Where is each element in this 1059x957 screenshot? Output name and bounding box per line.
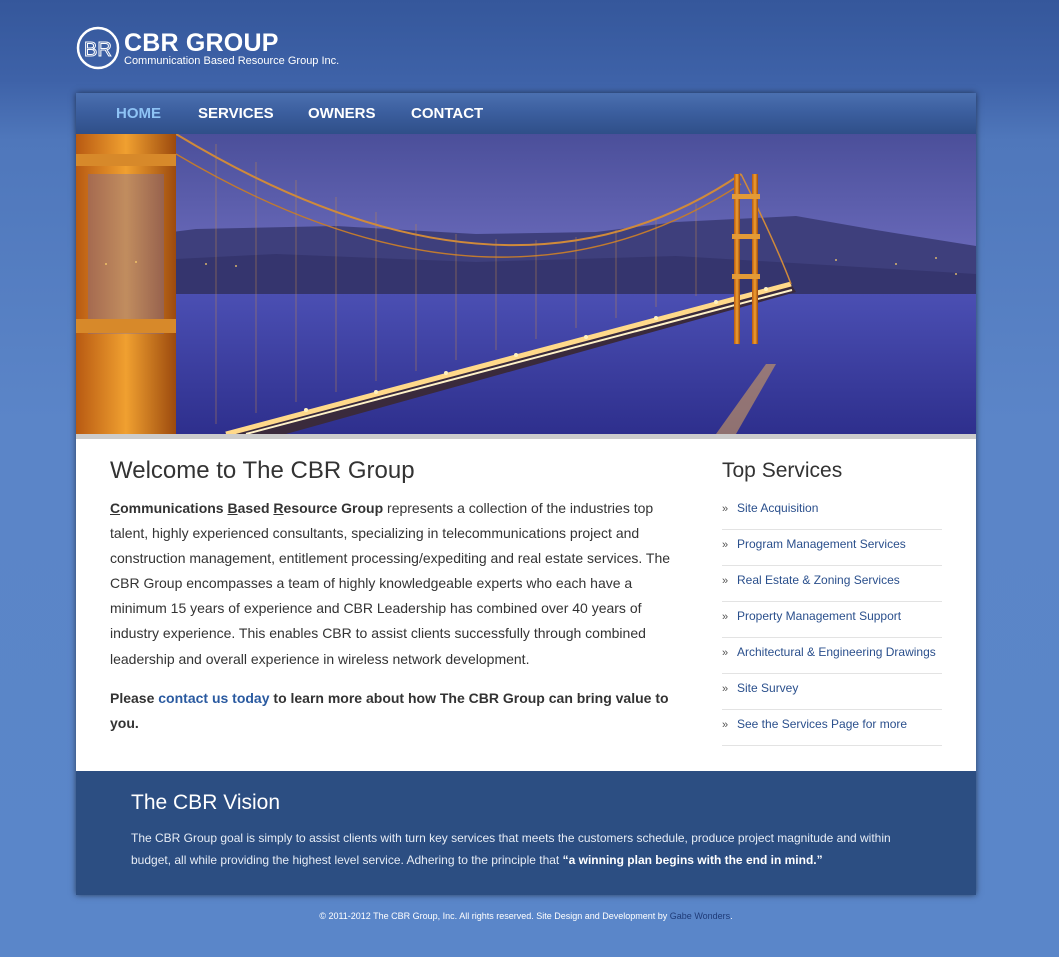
svg-text:BR: BR [84, 39, 112, 61]
top-services-list: » Site Acquisition » Program Management Se… [722, 494, 942, 746]
service-item: » See the Services Page for more [722, 710, 942, 746]
company-name: Communications Based Resource Group [110, 500, 383, 516]
footer: © 2011-2012 The CBR Group, Inc. All righ… [0, 911, 1052, 921]
bullet-icon: » [722, 575, 729, 587]
nav-home[interactable]: HOME [116, 105, 161, 122]
footer-copyright: © 2011-2012 The CBR Group, Inc. All righ… [319, 911, 670, 921]
main-content: Welcome to The CBR Group Communications … [76, 439, 976, 771]
service-item: » Site Survey [722, 674, 942, 710]
page-frame: HOME SERVICES OWNERS CONTACT Welcome to … [76, 93, 976, 895]
footer-end: . [730, 911, 733, 921]
service-link-site-acquisition[interactable]: Site Acquisition [737, 501, 818, 515]
service-item: » Site Acquisition [722, 494, 942, 530]
nav-services[interactable]: SERVICES [198, 105, 274, 122]
cbr-logo-mark-icon: BR [76, 26, 120, 70]
main-nav: HOME SERVICES OWNERS CONTACT [76, 93, 976, 134]
intro-paragraph: Communications Based Resource Group repr… [110, 496, 672, 672]
service-link-site-survey[interactable]: Site Survey [737, 681, 798, 695]
site-logo[interactable]: BR CBR GROUP Communication Based Resourc… [76, 25, 376, 75]
bullet-icon: » [722, 539, 729, 551]
service-item: » Property Management Support [722, 602, 942, 638]
vision-title: The CBR Vision [131, 791, 281, 814]
name-part-1: ommunications [120, 500, 228, 516]
initial-c: C [110, 500, 121, 516]
hero-bridge-image [76, 134, 976, 434]
bullet-icon: » [722, 719, 729, 731]
service-link-more[interactable]: See the Services Page for more [737, 717, 907, 731]
initial-b: B [227, 500, 238, 516]
cta-prefix: Please [110, 690, 159, 706]
logo-subtitle: Communication Based Resource Group Inc. [124, 55, 340, 67]
vision-section: The CBR Vision The CBR Group goal is sim… [76, 771, 976, 895]
bullet-icon: » [722, 683, 729, 695]
service-item: » Real Estate & Zoning Services [722, 566, 942, 602]
designer-link[interactable]: Gabe Wonders [670, 911, 730, 921]
vision-quote: “a winning plan begins with the end in m… [562, 853, 823, 867]
cta-paragraph: Please contact us today to learn more ab… [110, 686, 672, 736]
vision-text: The CBR Group goal is simply to assist c… [131, 827, 921, 871]
bullet-icon: » [722, 647, 729, 659]
service-link-architectural[interactable]: Architectural & Engineering Drawings [737, 645, 936, 659]
nav-owners[interactable]: OWNERS [308, 105, 376, 122]
intro-text: represents a collection of the industrie… [110, 500, 671, 667]
service-item: » Program Management Services [722, 530, 942, 566]
service-link-real-estate[interactable]: Real Estate & Zoning Services [737, 573, 900, 587]
page-title: Welcome to The CBR Group [110, 457, 415, 484]
bullet-icon: » [722, 611, 729, 623]
initial-r: R [273, 500, 284, 516]
top-services-title: Top Services [722, 459, 843, 482]
name-part-3: esource Group [283, 500, 384, 516]
logo-title: CBR GROUP [124, 29, 279, 57]
bullet-icon: » [722, 503, 729, 515]
service-item: » Architectural & Engineering Drawings [722, 638, 942, 674]
service-link-program-management[interactable]: Program Management Services [737, 537, 906, 551]
service-link-property-management[interactable]: Property Management Support [737, 609, 901, 623]
contact-us-link[interactable]: contact us today [158, 690, 269, 706]
name-part-2: ased [237, 500, 274, 516]
nav-contact[interactable]: CONTACT [411, 105, 483, 122]
